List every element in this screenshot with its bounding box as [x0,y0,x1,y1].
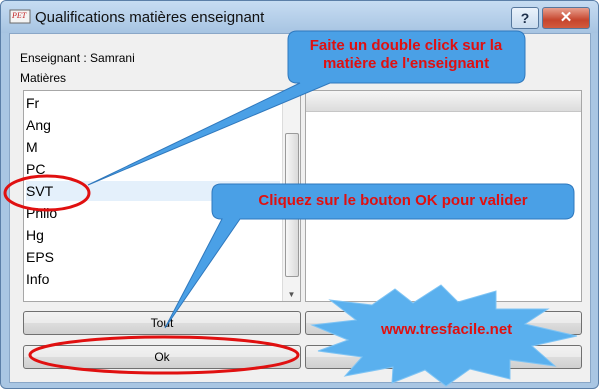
callout-doubleclick-text: Faite un double click sur la matière de … [309,37,503,72]
callout-ok-text: Cliquez sur le bouton OK pour valider [258,192,528,209]
svt-highlight-ring [3,174,91,212]
ok-highlight-ring [28,335,300,375]
site-url-text: www.tresfacile.net [381,321,513,338]
